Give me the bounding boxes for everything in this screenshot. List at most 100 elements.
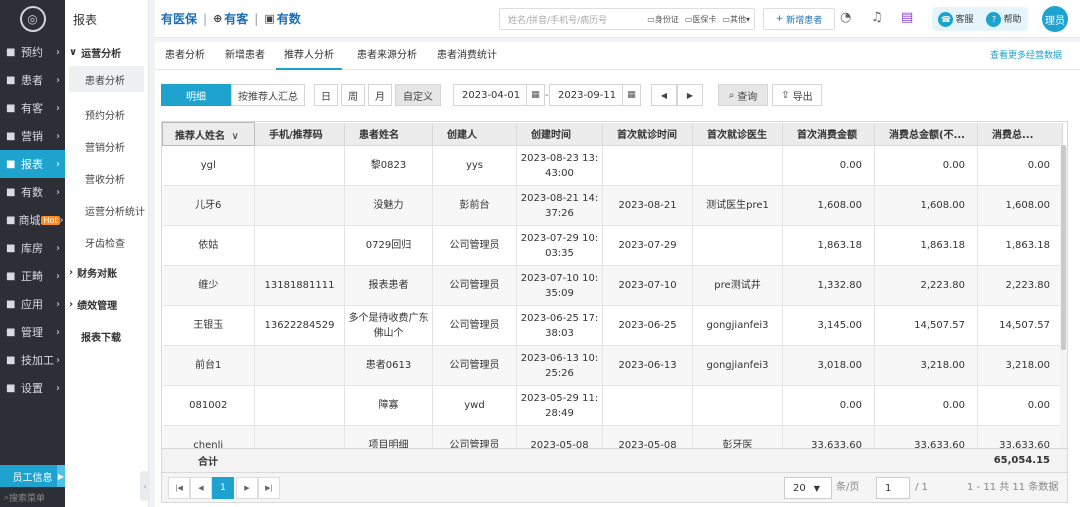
staff-info-button[interactable]: 员工信息 ▶ <box>0 465 65 487</box>
sidebar-item-5[interactable]: ■ 有数 › <box>0 178 65 206</box>
week-button[interactable]: 周 <box>341 84 365 106</box>
table-row[interactable]: 王银玉 13622284529 多个是待收费广东佛山个 公司管理员 2023-06-25… <box>162 305 1063 346</box>
help-icon: ? <box>986 11 1002 27</box>
add-patient-button[interactable]: + 新增患者 <box>763 8 835 30</box>
custom-button[interactable]: 自定义 <box>395 84 441 106</box>
page-size-select[interactable]: 20 ▼ <box>784 477 832 499</box>
table-cell: 公司管理员 <box>432 225 517 266</box>
table-row[interactable]: 依姑 0729回归 公司管理员 2023-07-29 10:03:35 2023-07-… <box>162 225 1063 266</box>
last-page-button[interactable]: ▶| <box>258 477 280 499</box>
table-row[interactable]: 前台1 患者0613 公司管理员 2023-06-13 10:25:26 2023-06… <box>162 345 1063 386</box>
query-button[interactable]: ⌕ 查询 <box>718 84 768 106</box>
first-page-button[interactable]: |◀ <box>168 477 190 499</box>
menu-search-input[interactable]: ⌕ 搜索菜单 <box>0 488 65 507</box>
table-cell: 1,863.18 <box>977 225 1063 266</box>
submenu-item-teeth-check[interactable]: 牙齿检查 <box>65 226 148 258</box>
day-button[interactable]: 日 <box>314 84 338 106</box>
service-button[interactable]: ☎ 客服 <box>938 11 974 27</box>
dropdown-icon: ▼ <box>813 483 820 493</box>
brand-yibao[interactable]: 有医保 <box>161 10 197 27</box>
other-option[interactable]: ▭其他▾ <box>722 14 750 25</box>
header-total-excl: 消费总金额(不... <box>874 122 978 146</box>
brand-youshu[interactable]: 有数 <box>277 10 301 27</box>
patient-search-input[interactable]: 姓名/拼音/手机号/病历号 ▭身份证 ▭医保卡 ▭其他▾ <box>499 8 755 30</box>
detail-toggle[interactable]: 明细 <box>161 84 231 106</box>
date-from-input[interactable]: 2023-04-01 ▦ <box>453 84 545 106</box>
submenu-group-finance[interactable]: › 财务对账 <box>65 258 148 286</box>
calendar-icon: ■ <box>6 46 16 58</box>
customer-icon: ■ <box>6 102 16 114</box>
sidebar-item-11[interactable]: ■ 技加工 › <box>0 346 65 374</box>
date-to-input[interactable]: 2023-09-11 ▦ <box>549 84 641 106</box>
sidebar-item-1[interactable]: ■ 患者 › <box>0 66 65 94</box>
sidebar-item-8[interactable]: ■ 正畸 › <box>0 262 65 290</box>
submenu-item-ops-stats[interactable]: 运营分析统计 <box>65 194 148 226</box>
manage-icon: ■ <box>6 326 16 338</box>
customer-brand-icon: ⊕ <box>213 12 223 25</box>
table-cell <box>602 385 693 426</box>
submenu-item-appointment-analysis[interactable]: 预约分析 <box>65 98 148 130</box>
table-cell: 2023-07-10 <box>602 265 693 306</box>
tab-referrer-analysis[interactable]: 推荐人分析 <box>276 42 342 70</box>
prev-period-button[interactable]: ◀ <box>651 84 677 106</box>
table-row[interactable]: 缠少 13181881111 报表患者 公司管理员 2023-07-10 10:35:0… <box>162 265 1063 306</box>
page-number-input[interactable]: 1 <box>876 477 910 499</box>
sidebar-item-6[interactable]: ■ 商城 Hot › <box>0 206 65 234</box>
sidebar-item-2[interactable]: ■ 有客 › <box>0 94 65 122</box>
table-row[interactable]: 081002 障寡 ywd 2023-05-29 11:28:49 0.00 0.00 0.… <box>162 385 1063 426</box>
sidebar-item-3[interactable]: ■ 营销 › <box>0 122 65 150</box>
export-button[interactable]: ⇪ 导出 <box>772 84 822 106</box>
sidebar-item-12[interactable]: ■ 设置 › <box>0 374 65 402</box>
chevron-right-icon: › <box>69 298 74 310</box>
submenu-group-ops[interactable]: ∨ 运营分析 <box>65 38 148 66</box>
sidebar-item-label: 库房 <box>21 242 43 255</box>
tasks-icon[interactable]: ▤ <box>901 10 913 25</box>
chevron-right-icon: › <box>56 382 60 394</box>
bell-icon[interactable]: ♫ <box>871 10 883 25</box>
id-card-option[interactable]: ▭身份证 <box>647 14 679 25</box>
summary-toggle[interactable]: 按推荐人汇总 <box>231 84 305 106</box>
submenu-group-performance[interactable]: › 绩效管理 <box>65 290 148 318</box>
tab-source-analysis[interactable]: 患者来源分析 <box>351 42 423 70</box>
more-data-link[interactable]: 查看更多经营数据 <box>990 42 1062 70</box>
next-page-button[interactable]: ▶ <box>236 477 258 499</box>
next-period-button[interactable]: ▶ <box>677 84 703 106</box>
submenu-item-revenue-analysis[interactable]: 营收分析 <box>65 162 148 194</box>
calendar-icon[interactable]: ▦ <box>622 85 640 105</box>
sidebar-item-4[interactable]: ■ 报表 › <box>0 150 65 178</box>
submenu-item-marketing-analysis[interactable]: 营销分析 <box>65 130 148 162</box>
vertical-scrollbar[interactable] <box>1060 145 1067 450</box>
sidebar-item-10[interactable]: ■ 管理 › <box>0 318 65 346</box>
help-button[interactable]: ? 帮助 <box>986 11 1022 27</box>
submenu-item-patient-analysis[interactable]: 患者分析 <box>69 66 144 92</box>
table-row[interactable]: ygl 黎0823 yys 2023-08-23 13:43:00 0.00 0.00 0.… <box>162 145 1063 186</box>
table-cell: 1,863.18 <box>874 225 978 266</box>
month-button[interactable]: 月 <box>368 84 392 106</box>
sort-down-icon[interactable]: ∨ <box>231 131 238 142</box>
collapse-handle[interactable]: ‹ <box>140 471 150 501</box>
current-page-button[interactable]: 1 <box>212 477 234 499</box>
submenu-report-download[interactable]: 报表下载 <box>65 322 148 350</box>
tab-new-patients[interactable]: 新增患者 <box>221 42 269 70</box>
avatar[interactable]: 理员 <box>1042 6 1068 32</box>
tab-patient-analysis[interactable]: 患者分析 <box>161 42 209 70</box>
table-cell: 多个是待收费广东佛山个 <box>344 305 433 346</box>
table-cell: 3,018.00 <box>782 345 875 386</box>
sidebar-item-label: 有数 <box>21 186 43 199</box>
medical-card-option[interactable]: ▭医保卡 <box>685 14 717 25</box>
sidebar-item-7[interactable]: ■ 库房 › <box>0 234 65 262</box>
sidebar-item-0[interactable]: ■ 预约 › <box>0 38 65 66</box>
wechat-icon[interactable]: ◔ <box>840 10 851 25</box>
table-cell: 2023-06-25 <box>602 305 693 346</box>
table-cell: 2023-07-29 <box>602 225 693 266</box>
tab-consumption-stats[interactable]: 患者消费统计 <box>431 42 503 70</box>
scrollbar-thumb[interactable] <box>1061 145 1066 350</box>
calendar-icon[interactable]: ▦ <box>526 85 544 105</box>
sidebar-item-9[interactable]: ■ 应用 › <box>0 290 65 318</box>
header-referrer-name[interactable]: 推荐人姓名 ∨ <box>162 122 255 146</box>
table-row[interactable]: 儿牙6 没魅力 彭前台 2023-08-21 14:37:26 2023-08-21 测试… <box>162 185 1063 226</box>
group-label: 报表下载 <box>81 332 121 344</box>
brand-youke[interactable]: 有客 <box>224 10 248 27</box>
prev-page-button[interactable]: ◀ <box>190 477 212 499</box>
table-cell: 2,223.80 <box>874 265 978 306</box>
